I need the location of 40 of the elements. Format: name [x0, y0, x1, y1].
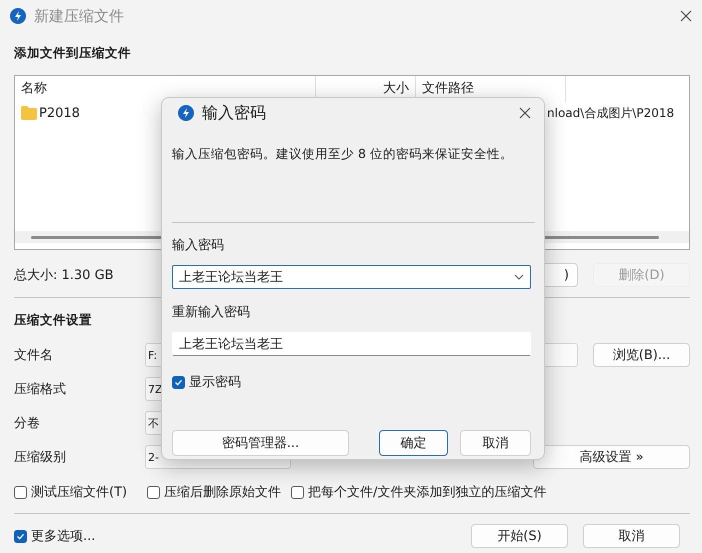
- setting-label: 压缩级别: [14, 449, 67, 466]
- checkbox[interactable]: [14, 486, 27, 498]
- checkmark-icon: [174, 378, 183, 386]
- setting-button[interactable]: 高级设置 »: [533, 445, 690, 469]
- chevron-down-icon[interactable]: [514, 274, 524, 280]
- password-field[interactable]: 上老王论坛当老王: [172, 265, 531, 289]
- checkmark-icon: [16, 532, 25, 540]
- field-label: 重新输入密码: [172, 304, 251, 321]
- setting-label: 文件名: [14, 347, 54, 364]
- checkbox-label: 显示密码: [189, 374, 241, 391]
- confirm-password-field[interactable]: 上老王论坛当老王: [172, 332, 531, 356]
- checkbox-label: 压缩后删除原始文件: [164, 484, 281, 501]
- field-label: 输入密码: [172, 237, 225, 254]
- app-logo-icon: [10, 8, 26, 24]
- folder-icon: [21, 106, 37, 120]
- section-title: 压缩文件设置: [14, 311, 92, 329]
- setting-label: 压缩格式: [14, 381, 67, 398]
- checkbox[interactable]: [147, 486, 160, 498]
- checkbox-label: 把每个文件/文件夹添加到独立的压缩文件: [308, 484, 546, 501]
- dialog-button[interactable]: 取消: [460, 430, 531, 456]
- checkbox[interactable]: [172, 376, 185, 388]
- checkbox-label: 测试压缩文件(T): [31, 484, 128, 501]
- dialog-button[interactable]: 密码管理器...: [172, 430, 349, 456]
- close-icon[interactable]: [680, 10, 692, 22]
- dialog-description: 输入压缩包密码。建议使用至少 8 位的密码来保证安全性。: [172, 146, 514, 163]
- setting-button[interactable]: 浏览(B)...: [593, 343, 690, 367]
- checkbox-label: 更多选项...: [31, 528, 96, 545]
- dialog-button[interactable]: 确定: [379, 430, 448, 456]
- setting-label: 分卷: [14, 415, 41, 432]
- footer-button[interactable]: 开始(S): [471, 524, 568, 548]
- section-title: 添加文件到压缩文件: [14, 44, 131, 62]
- file-path: nload\合成图片\P2018: [547, 104, 674, 122]
- window-title: 新建压缩文件: [34, 6, 125, 26]
- footer-button[interactable]: 取消: [583, 524, 680, 548]
- total-size: 总大小: 1.30 GB: [14, 267, 114, 284]
- close-icon[interactable]: [519, 107, 531, 119]
- checkbox[interactable]: [291, 486, 304, 498]
- app-logo-icon: [178, 105, 194, 121]
- checkbox[interactable]: [14, 530, 27, 542]
- dialog-title: 输入密码: [202, 102, 267, 124]
